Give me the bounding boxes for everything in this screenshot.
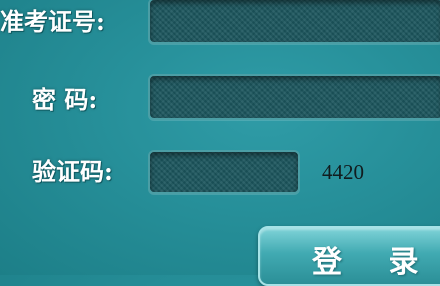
login-panel: 准考证号: 密 码: 验证码: 4420 登 录 [0,0,440,286]
password-label: 密 码: [32,85,98,114]
exam-id-input[interactable] [148,0,440,44]
password-input[interactable] [148,74,440,120]
captcha-input[interactable] [148,150,300,194]
login-button[interactable]: 登 录 [258,226,440,286]
captcha-label: 验证码: [32,157,113,186]
exam-id-label: 准考证号: [0,7,105,36]
captcha-code[interactable]: 4420 [322,160,364,184]
